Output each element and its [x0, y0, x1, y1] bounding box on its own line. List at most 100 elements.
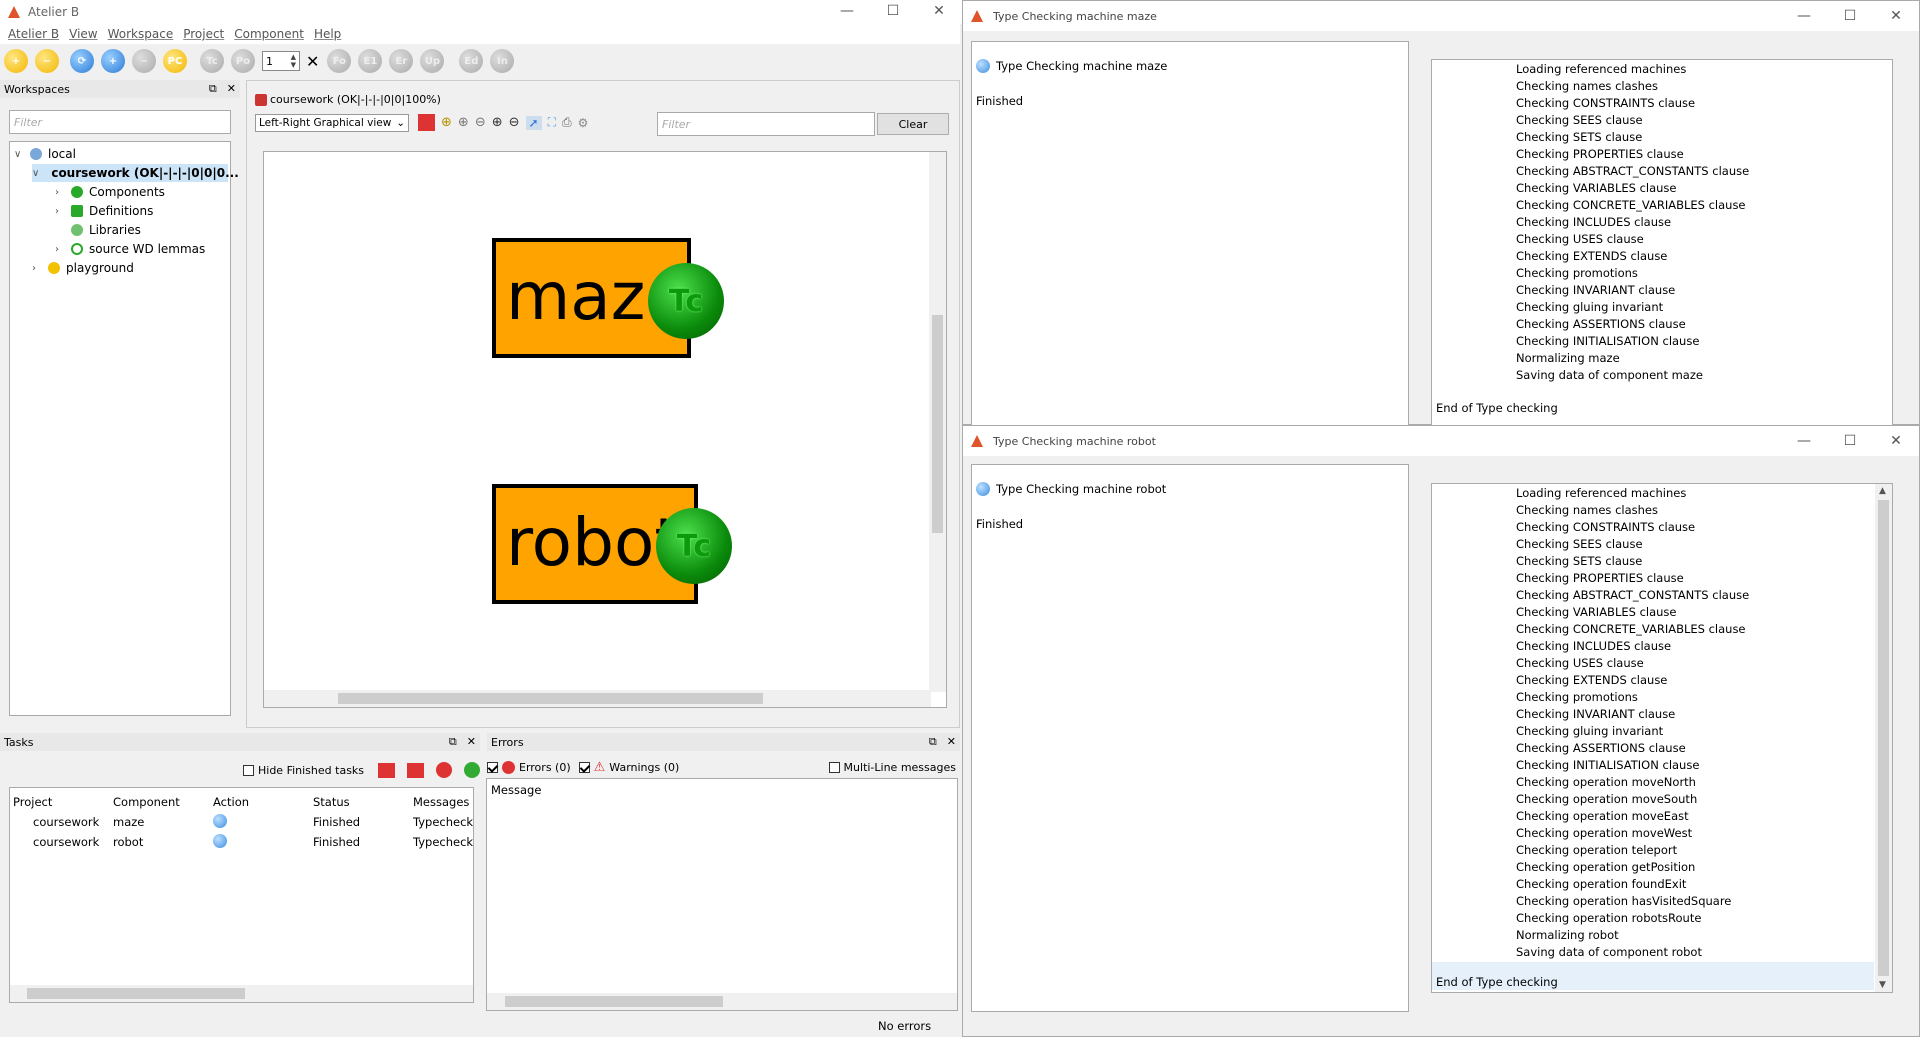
graph-vertical-scrollbar[interactable]: [929, 152, 946, 692]
log-line: Checking INITIALISATION clause: [1516, 758, 1700, 772]
settings-icon[interactable]: ⚙: [578, 116, 589, 130]
zoom-in-icon[interactable]: ⊕: [458, 115, 469, 130]
table-row[interactable]: coursework maze Finished Typecheck: [13, 812, 473, 832]
col-messages[interactable]: Messages: [413, 792, 473, 812]
typecheck-maze-summary: Type Checking machine maze Finished: [971, 41, 1409, 426]
typecheck-button[interactable]: Tc: [200, 49, 224, 73]
libraries-icon: [71, 224, 83, 236]
float-icon[interactable]: ⧉: [449, 735, 457, 749]
tree-item-playground[interactable]: › playground: [32, 259, 134, 277]
col-action[interactable]: Action: [213, 792, 313, 812]
er-button[interactable]: Er: [389, 49, 414, 73]
tasks-pane-header: Tasks ⧉ ✕: [0, 733, 480, 751]
col-component[interactable]: Component: [113, 792, 213, 812]
tree-item-local[interactable]: ∨ local: [14, 145, 76, 163]
scroll-up-icon[interactable]: ▲: [1879, 486, 1886, 496]
float-icon[interactable]: ⧉: [929, 735, 937, 749]
view-mode-select[interactable]: Left-Right Graphical view ⌄: [255, 114, 409, 132]
up-button[interactable]: Up: [420, 49, 445, 73]
cancel-icon[interactable]: ✕: [306, 52, 319, 71]
ed-button[interactable]: Ed: [459, 49, 484, 73]
zoom-out-icon[interactable]: ⊖: [475, 115, 486, 130]
multiline-checkbox[interactable]: [828, 761, 840, 773]
typecheck-icon: [213, 813, 227, 828]
clear-tasks-icon[interactable]: [378, 762, 396, 778]
select-pointer-icon[interactable]: ➚: [525, 115, 542, 130]
tree-item-components[interactable]: › Components: [55, 183, 165, 201]
print-icon[interactable]: ⎙: [562, 115, 572, 130]
close-button[interactable]: ✕: [916, 0, 962, 26]
close-pane-icon[interactable]: ✕: [227, 82, 236, 96]
minimize-button[interactable]: —: [1781, 1, 1827, 31]
remove-workspace-button[interactable]: −: [35, 49, 59, 73]
main-window: Atelier B — ☐ ✕ Atelier B View Workspace…: [0, 0, 962, 1037]
maximize-button[interactable]: ☐: [870, 0, 916, 26]
log-line: Checking promotions: [1516, 266, 1638, 280]
hide-finished-checkbox[interactable]: [243, 764, 254, 776]
proof-button[interactable]: PC: [163, 49, 187, 73]
maximize-button[interactable]: ☐: [1827, 1, 1873, 31]
force-spinbox[interactable]: 1 ▲ ▼: [262, 51, 300, 71]
new-workspace-button[interactable]: +: [4, 49, 28, 73]
workspaces-pane-header: Workspaces ⧉ ✕: [0, 80, 240, 98]
e1-button[interactable]: E1: [358, 49, 383, 73]
refresh-button[interactable]: ⟳: [70, 49, 94, 73]
log-line: Normalizing robot: [1516, 928, 1619, 942]
minimize-button[interactable]: —: [824, 0, 870, 26]
robot-log-vertical-scrollbar[interactable]: ▲ ▼: [1875, 484, 1892, 992]
close-pane-icon[interactable]: ✕: [947, 735, 956, 749]
maximize-button[interactable]: ☐: [1827, 426, 1873, 456]
zoom-minus-icon[interactable]: ⊖: [509, 115, 520, 130]
tree-item-definitions[interactable]: › Definitions: [55, 202, 153, 220]
log-line: Checking names clashes: [1516, 79, 1658, 93]
close-pane-icon[interactable]: ✕: [467, 735, 476, 749]
warnings-checkbox[interactable]: [578, 761, 590, 773]
log-line: Checking EXTENDS clause: [1516, 249, 1668, 263]
log-line: Checking ASSERTIONS clause: [1516, 317, 1686, 331]
remove-component-button[interactable]: −: [132, 49, 156, 73]
tree-item-libraries[interactable]: Libraries: [71, 221, 141, 239]
graph-horizontal-scrollbar[interactable]: [264, 690, 931, 707]
log-line: Checking USES clause: [1516, 656, 1644, 670]
zoom-fit-icon[interactable]: ⊕: [441, 115, 452, 130]
tree-item-lemmas[interactable]: › source WD lemmas: [55, 240, 205, 258]
cell-component: maze: [113, 815, 145, 829]
log-line: Checking CONCRETE_VARIABLES clause: [1516, 198, 1746, 212]
graph-canvas[interactable]: maze Tc robot Tc: [263, 151, 947, 708]
errors-checkbox[interactable]: [487, 761, 498, 773]
hide-graph-icon[interactable]: [418, 114, 435, 131]
clear-button[interactable]: Clear: [877, 113, 949, 135]
tree-item-coursework[interactable]: ∨ coursework (OK|-|-|-|0|0|0...: [32, 164, 239, 182]
remove-tasks-icon[interactable]: [407, 762, 425, 778]
minimize-button[interactable]: —: [1781, 426, 1827, 456]
close-button[interactable]: ✕: [1873, 426, 1919, 456]
float-icon[interactable]: ⧉: [209, 82, 217, 96]
menu-atelierb[interactable]: Atelier B: [8, 27, 59, 41]
col-project[interactable]: Project: [13, 792, 113, 812]
workspace-filter-input[interactable]: Filter: [9, 110, 231, 134]
stop-icon[interactable]: [436, 762, 453, 778]
graph-tab[interactable]: coursework (OK|-|-|-|0|0|100%): [255, 93, 441, 106]
atelierb-logo-icon: [971, 435, 983, 447]
errors-horizontal-scrollbar[interactable]: [487, 993, 957, 1010]
log-line: Checking promotions: [1516, 690, 1638, 704]
col-status[interactable]: Status: [313, 792, 413, 812]
fo-button[interactable]: Fo: [327, 49, 352, 73]
table-row[interactable]: coursework robot Finished Typecheck: [13, 832, 473, 852]
errors-column-header[interactable]: Message: [491, 783, 541, 797]
add-component-button[interactable]: +: [101, 49, 125, 73]
menu-project[interactable]: Project: [183, 27, 224, 41]
menu-help[interactable]: Help: [314, 27, 341, 41]
po-generate-button[interactable]: Po: [231, 49, 255, 73]
rubberband-icon[interactable]: ⛶: [548, 115, 556, 130]
in-button[interactable]: In: [490, 49, 515, 73]
scroll-down-icon[interactable]: ▼: [1879, 980, 1886, 990]
zoom-plus-icon[interactable]: ⊕: [492, 115, 503, 130]
menu-view[interactable]: View: [69, 27, 97, 41]
start-icon[interactable]: [464, 762, 481, 778]
menu-workspace[interactable]: Workspace: [108, 27, 174, 41]
menu-component[interactable]: Component: [234, 27, 304, 41]
graph-filter-input[interactable]: Filter: [657, 112, 875, 136]
tasks-horizontal-scrollbar[interactable]: [10, 985, 473, 1002]
close-button[interactable]: ✕: [1873, 1, 1919, 31]
